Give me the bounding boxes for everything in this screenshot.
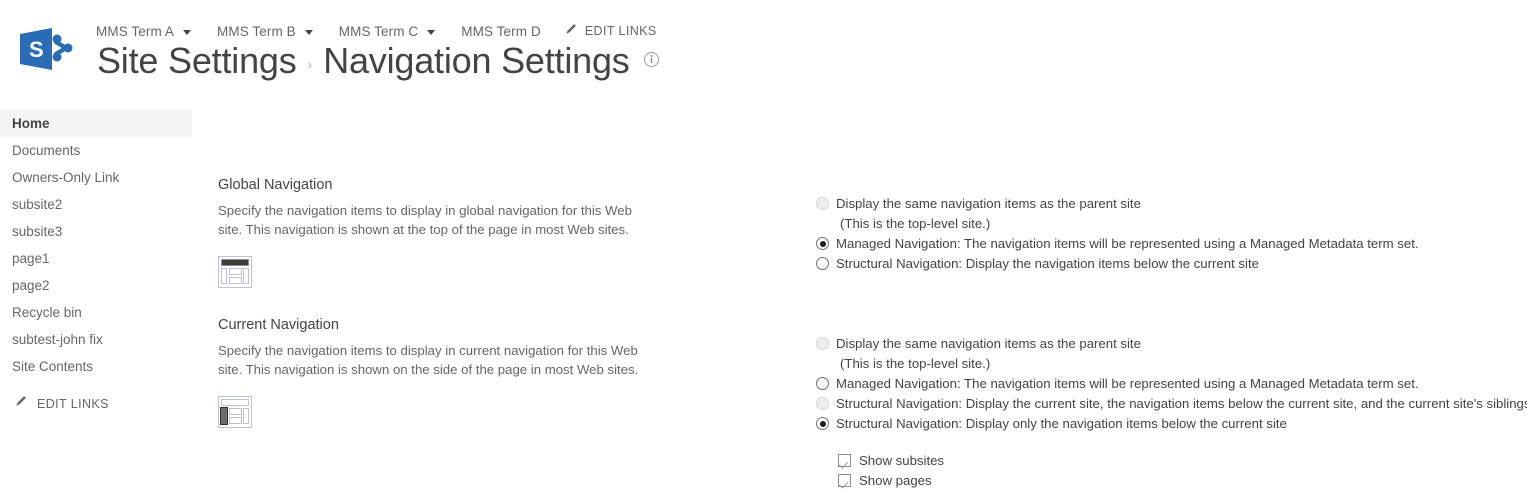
global-nav-option-managed-label[interactable]: Managed Navigation: The navigation items… <box>836 234 1419 254</box>
current-nav-option-parent: Display the same navigation items as the… <box>816 334 1527 354</box>
show-subsites-label[interactable]: Show subsites <box>859 451 944 471</box>
breadcrumb-parent-link[interactable]: Site Settings <box>97 43 297 79</box>
svg-text:S: S <box>29 37 44 62</box>
sidebar-item-owners-only-link[interactable]: Owners-Only Link <box>0 164 192 191</box>
radio-current-parent <box>816 337 829 350</box>
current-nav-option-managed[interactable]: Managed Navigation: The navigation items… <box>816 374 1527 394</box>
checkbox-show-pages[interactable] <box>838 474 851 487</box>
sidebar-edit-links-label: EDIT LINKS <box>37 396 109 411</box>
sidebar-item-recycle-bin[interactable]: Recycle bin <box>0 299 192 326</box>
current-navigation-options: Display the same navigation items as the… <box>816 334 1527 491</box>
radio-current-structural-below[interactable] <box>816 417 829 430</box>
sidebar-edit-links-button[interactable]: EDIT LINKS <box>0 394 192 413</box>
top-nav-item-0[interactable]: MMS Term A <box>96 20 217 42</box>
sidebar-item-page2[interactable]: page2 <box>0 272 192 299</box>
sidebar-item-subtest-john-fix[interactable]: subtest-john fix <box>0 326 192 353</box>
top-nav-item-1[interactable]: MMS Term B <box>217 20 339 42</box>
page-layout-top-bar-icon <box>218 256 648 293</box>
current-nav-option-structural-siblings-label: Structural Navigation: Display the curre… <box>836 396 1527 411</box>
current-navigation-description: Specify the navigation items to display … <box>218 343 639 377</box>
quick-launch-nav: Home Documents Owners-Only Link subsite2… <box>0 110 192 413</box>
chevron-down-icon[interactable] <box>183 29 192 35</box>
current-nav-option-structural-siblings: Structural Navigation: Display the curre… <box>816 394 1527 414</box>
current-nav-parent-note: (This is the top-level site.) <box>840 356 991 371</box>
sidebar-item-subsite2[interactable]: subsite2 <box>0 191 192 218</box>
current-nav-option-structural-below[interactable]: Structural Navigation: Display only the … <box>816 414 1527 434</box>
radio-global-parent <box>816 197 829 210</box>
sidebar-item-documents[interactable]: Documents <box>0 137 192 164</box>
global-navigation-description: Specify the navigation items to display … <box>218 203 632 237</box>
radio-global-managed[interactable] <box>816 237 829 250</box>
top-nav-edit-links-button[interactable]: EDIT LINKS <box>564 22 657 41</box>
global-navigation-options: Display the same navigation items as the… <box>816 194 1419 274</box>
pencil-icon <box>564 22 578 41</box>
top-nav-edit-links-label: EDIT LINKS <box>584 24 657 38</box>
current-navigation-description-block: Current Navigation Specify the navigatio… <box>218 317 648 433</box>
top-nav-item-3[interactable]: MMS Term D <box>461 20 548 42</box>
current-nav-option-structural-below-label[interactable]: Structural Navigation: Display only the … <box>836 414 1287 434</box>
sharepoint-logo-icon[interactable]: S <box>16 26 74 72</box>
show-subsites-row[interactable]: Show subsites <box>838 451 1527 471</box>
current-navigation-heading: Current Navigation <box>218 317 339 333</box>
current-nav-option-parent-label: Display the same navigation items as the… <box>836 336 1141 351</box>
show-pages-label[interactable]: Show pages <box>859 471 932 491</box>
global-nav-parent-note: (This is the top-level site.) <box>840 216 991 231</box>
global-nav-option-structural-label[interactable]: Structural Navigation: Display the navig… <box>836 254 1259 274</box>
top-nav-label[interactable]: MMS Term D <box>461 24 548 39</box>
sidebar-item-subsite3[interactable]: subsite3 <box>0 218 192 245</box>
global-nav-option-parent: Display the same navigation items as the… <box>816 194 1419 214</box>
global-navigation-description-block: Global Navigation Specify the navigation… <box>218 177 648 293</box>
global-nav-option-structural[interactable]: Structural Navigation: Display the navig… <box>816 254 1419 274</box>
global-nav-option-managed[interactable]: Managed Navigation: The navigation items… <box>816 234 1419 254</box>
pencil-icon <box>14 394 28 413</box>
chevron-down-icon[interactable] <box>427 29 436 35</box>
navigation-settings-page: S MMS Term A MMS Term B MMS Term C MMS T… <box>0 0 1527 502</box>
breadcrumb-separator-icon: › <box>307 56 313 72</box>
radio-current-managed[interactable] <box>816 377 829 390</box>
top-nav-label[interactable]: MMS Term A <box>96 24 181 39</box>
global-nav-option-parent-label: Display the same navigation items as the… <box>836 196 1141 211</box>
top-nav-item-2[interactable]: MMS Term C <box>339 20 462 42</box>
show-pages-row[interactable]: Show pages <box>838 471 1527 491</box>
info-circle-icon[interactable] <box>643 51 660 73</box>
sidebar-item-site-contents[interactable]: Site Contents <box>0 353 192 380</box>
global-nav-bar: MMS Term A MMS Term B MMS Term C MMS Ter… <box>96 20 657 42</box>
top-nav-label[interactable]: MMS Term C <box>339 24 426 39</box>
radio-current-structural-siblings <box>816 397 829 410</box>
top-nav-label[interactable]: MMS Term B <box>217 24 303 39</box>
current-nav-option-managed-label[interactable]: Managed Navigation: The navigation items… <box>836 374 1419 394</box>
structural-nav-checkbox-group: Show subsites Show pages <box>838 451 1527 491</box>
radio-global-structural[interactable] <box>816 257 829 270</box>
page-layout-left-bar-icon <box>218 396 648 433</box>
sidebar-item-home[interactable]: Home <box>0 110 192 137</box>
page-title: Navigation Settings <box>323 40 630 81</box>
global-navigation-heading: Global Navigation <box>218 177 333 193</box>
chevron-down-icon[interactable] <box>304 29 313 35</box>
breadcrumb: Site Settings › Navigation Settings <box>97 43 660 79</box>
checkbox-show-subsites[interactable] <box>838 454 851 467</box>
sidebar-item-page1[interactable]: page1 <box>0 245 192 272</box>
